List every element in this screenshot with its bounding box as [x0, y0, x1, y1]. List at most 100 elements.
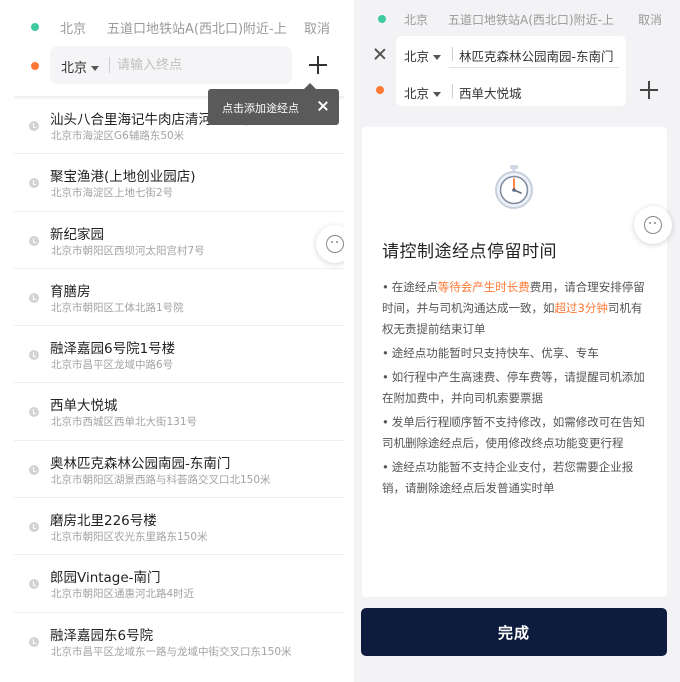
start-row[interactable]: 北京 五道口地铁站A(西北口)附近-上 取消 — [14, 10, 344, 44]
poi-name: 西单大悦城 — [50, 398, 118, 415]
poi-name: 新纪家园 — [50, 226, 104, 243]
smiley-face — [644, 216, 662, 234]
poi-address: 北京市朝阳区农光东里路东150米 — [51, 531, 208, 544]
notice-text: 如行程中产生高速费、停车费等，请提醒司机添加在附加费中，并向司机索要票据 — [382, 370, 645, 405]
start-city[interactable]: 北京 — [404, 11, 428, 28]
poi-name: 融泽嘉园6号院1号楼 — [50, 341, 176, 358]
notice-item: • 如行程中产生高速费、停车费等，请提醒司机添加在附加费中，并向司机索要票据 — [382, 367, 652, 409]
poi-name: 育膳房 — [50, 283, 91, 300]
notice-list: • 在途经点等待会产生时长费费用，请合理安排停留时间，并与司机沟通达成一致，如超过… — [382, 277, 652, 502]
start-dot-icon — [31, 23, 39, 31]
notice-item: • 在途经点等待会产生时长费费用，请合理安排停留时间，并与司机沟通达成一致，如超过… — [382, 277, 652, 340]
left-screen: 北京 五道口地铁站A(西北口)附近-上 取消 北京 汕头八合里海记牛肉店清河店停… — [14, 0, 354, 682]
list-item[interactable]: 新纪家园 北京市朝阳区西坝河太阳宫村7号 — [14, 212, 344, 269]
end-city-label: 北京 — [61, 61, 88, 76]
end-city-select[interactable]: 北京 — [61, 57, 100, 76]
divider — [109, 57, 110, 73]
list-item[interactable]: 磨房北里226号楼 北京市朝阳区农光东里路东150米 — [14, 498, 344, 556]
history-clock-icon — [29, 178, 39, 189]
notice-text: 途经点功能暂时只支持快车、优享、专车 — [391, 346, 599, 360]
list-item[interactable]: 西单大悦城 北京市西城区西单北大街131号 — [14, 383, 344, 441]
poi-address: 北京市朝阳区工体北路1号院 — [51, 301, 184, 314]
cancel-button[interactable]: 取消 — [304, 18, 330, 37]
feedback-smiley-icon[interactable] — [634, 206, 672, 244]
panel-gap — [344, 0, 354, 682]
poi-address: 北京市昌平区龙域中路6号 — [51, 359, 174, 372]
bullet: • — [382, 460, 389, 474]
waypoint-city-select[interactable]: 北京 — [404, 46, 442, 65]
remove-waypoint-close-icon[interactable] — [374, 48, 386, 60]
notice-text: 途经点功能暂不支持企业支付，若您需要企业报销，请删除途经点后发普通实时单 — [382, 460, 634, 495]
notice-highlight: 超过3分钟 — [554, 301, 608, 315]
add-waypoint-tooltip: 点击添加途经点 — [208, 83, 339, 125]
waypoint-notice-card: 请控制途经点停留时间 • 在途经点等待会产生时长费费用，请合理安排停留时间，并与司… — [362, 127, 667, 597]
notice-item: • 途经点功能暂时只支持快车、优享、专车 — [382, 343, 652, 364]
history-clock-icon — [29, 522, 39, 533]
notice-text: 发单后行程顺序暂不支持修改，如需修改可在告知司机删除途经点后，使用修改终点功能变… — [382, 415, 645, 450]
stopwatch-icon — [495, 165, 533, 209]
start-address[interactable]: 五道口地铁站A(西北口)附近-上 — [448, 11, 624, 28]
history-clock-icon — [29, 464, 39, 475]
notice-item: • 途经点功能暂不支持企业支付，若您需要企业报销，请删除途经点后发普通实时单 — [382, 457, 652, 499]
add-waypoint-plus-icon[interactable] — [309, 56, 327, 74]
history-clock-icon — [29, 121, 39, 131]
poi-name: 郎园Vintage-南门 — [50, 570, 161, 587]
add-waypoint-plus-icon[interactable] — [640, 81, 658, 99]
poi-address: 北京市昌平区龙域东一路与龙域中街交叉口东150米 — [51, 645, 292, 658]
history-clock-icon — [29, 292, 39, 303]
list-item[interactable]: 奥林匹克森林公园南园-东南门 北京市朝阳区湖景西路与科荟路交叉口北150米 — [14, 441, 344, 499]
notice-text: 在途经点 — [391, 280, 438, 294]
start-city[interactable]: 北京 — [60, 18, 86, 37]
bullet: • — [382, 370, 389, 384]
poi-address: 北京市朝阳区湖景西路与科荟路交叉口北150米 — [51, 473, 271, 486]
bullet: • — [382, 415, 389, 429]
notice-item: • 发单后行程顺序暂不支持修改，如需修改可在告知司机删除途经点后，使用修改终点功能… — [382, 412, 652, 454]
history-clock-icon — [29, 407, 39, 418]
list-item[interactable]: 融泽嘉园6号院1号楼 北京市昌平区龙域中路6号 — [14, 326, 344, 384]
list-item[interactable]: 育膳房 北京市朝阳区工体北路1号院 — [14, 269, 344, 327]
divider — [452, 47, 453, 61]
end-dot-icon — [376, 86, 384, 94]
end-city-select[interactable]: 北京 — [404, 83, 442, 102]
destination-input[interactable] — [117, 55, 277, 75]
list-item[interactable]: 郎园Vintage-南门 北京市朝阳区通惠河北路4时近 — [14, 555, 344, 613]
poi-address: 北京市海淀区G6辅路东50米 — [51, 130, 185, 142]
history-clock-icon — [29, 636, 39, 647]
end-dot-icon — [31, 62, 39, 70]
card-title: 请控制途经点停留时间 — [382, 242, 557, 262]
bullet: • — [382, 346, 389, 360]
destination-address[interactable]: 西单大悦城 — [459, 83, 522, 102]
row-divider — [449, 67, 619, 68]
chevron-down-icon — [91, 66, 100, 71]
waypoint-address[interactable]: 林匹克森林公园南园-东南门 — [459, 46, 619, 65]
chevron-down-icon — [433, 55, 442, 60]
start-row[interactable]: 北京 五道口地铁站A(西北口)附近-上 取消 — [354, 8, 680, 30]
poi-name: 聚宝渔港(上地创业园店) — [50, 169, 196, 186]
poi-address: 北京市朝阳区通惠河北路4时近 — [51, 588, 195, 601]
bullet: • — [382, 280, 389, 294]
end-input-box[interactable]: 北京 — [50, 46, 292, 84]
chevron-down-icon — [433, 92, 442, 97]
poi-name: 奥林匹克森林公园南园-东南门 — [50, 455, 231, 472]
notice-highlight: 等待会产生时长费 — [437, 280, 530, 294]
poi-name: 融泽嘉园东6号院 — [50, 627, 154, 644]
smiley-face — [326, 235, 344, 253]
poi-address: 北京市朝阳区西坝河太阳宫村7号 — [51, 244, 205, 257]
end-row: 北京 — [14, 46, 344, 86]
waypoint-city: 北京 — [404, 49, 430, 64]
done-button[interactable]: 完成 — [361, 608, 667, 656]
list-item[interactable]: 融泽嘉园东6号院 北京市昌平区龙域东一路与龙域中街交叉口东150米 — [14, 613, 344, 670]
close-icon[interactable] — [318, 101, 328, 111]
start-address[interactable]: 五道口地铁站A(西北口)附近-上 — [107, 18, 287, 37]
list-item[interactable]: 聚宝渔港(上地创业园店) 北京市海淀区上地七街2号 — [14, 154, 344, 212]
history-clock-icon — [29, 235, 39, 246]
poi-name: 磨房北里226号楼 — [50, 513, 157, 530]
poi-list: 汕头八合里海记牛肉店清河店停车场 北京市海淀区G6辅路东50米 聚宝渔港(上地创业… — [14, 97, 344, 670]
end-city: 北京 — [404, 86, 430, 101]
cancel-button[interactable]: 取消 — [638, 11, 662, 28]
poi-address: 北京市海淀区上地七街2号 — [51, 187, 174, 200]
poi-address: 北京市西城区西单北大街131号 — [51, 416, 198, 429]
start-dot-icon — [378, 15, 386, 23]
right-screen: 北京 五道口地铁站A(西北口)附近-上 取消 北京 林匹克森林公园南园-东南门 … — [354, 0, 680, 682]
divider — [452, 84, 453, 98]
